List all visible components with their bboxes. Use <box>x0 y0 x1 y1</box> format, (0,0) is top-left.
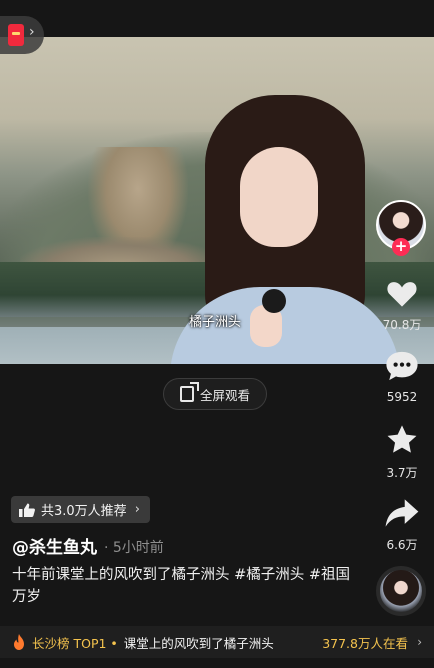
video-person-face <box>240 147 318 247</box>
post-time: · 5小时前 <box>104 540 164 556</box>
comment-count: 5952 <box>386 390 418 404</box>
author-name[interactable]: @杀生鱼丸 <box>12 533 97 558</box>
favorite-button[interactable]: 3.7万 <box>372 424 432 481</box>
fullscreen-icon <box>179 382 199 402</box>
heart-icon <box>387 282 417 307</box>
star-icon <box>387 425 417 453</box>
comment-button[interactable]: 5952 <box>372 350 432 404</box>
thumbs-up-icon <box>19 503 35 517</box>
share-button[interactable]: 6.6万 <box>372 498 432 553</box>
music-disc[interactable] <box>376 566 426 616</box>
red-packet-icon <box>8 24 24 46</box>
video-microphone <box>262 289 286 313</box>
chevron-right-icon: › <box>29 24 35 40</box>
like-count: 70.8万 <box>382 318 422 332</box>
recommend-badge[interactable]: 共3.0万人推荐 › <box>11 496 150 523</box>
chevron-right-icon: › <box>417 635 422 649</box>
hot-list-title: 课堂上的风吹到了橘子洲头 <box>123 635 274 651</box>
like-button[interactable]: 70.8万 <box>372 278 432 333</box>
share-arrow-icon <box>385 499 419 527</box>
post-caption[interactable]: 十年前课堂上的风吹到了橘子洲头 #橘子洲头 #祖国万岁 <box>12 564 362 608</box>
hot-list-rank: 长沙榜 TOP1 • <box>32 635 118 651</box>
fullscreen-button[interactable]: 全屏观看 <box>163 378 267 410</box>
share-count: 6.6万 <box>386 538 418 552</box>
hot-list-bar[interactable]: 长沙榜 TOP1 • 课堂上的风吹到了橘子洲头 377.8万人在看 › <box>0 626 434 658</box>
chevron-right-icon: › <box>134 502 140 517</box>
video-subtitle: 橘子洲头 <box>189 315 242 330</box>
follow-plus-icon[interactable]: + <box>392 238 410 256</box>
fire-icon <box>14 634 24 650</box>
comment-icon <box>386 351 418 381</box>
favorite-count: 3.7万 <box>386 466 418 480</box>
recommend-label: 共3.0万人推荐 <box>41 504 127 519</box>
fullscreen-label: 全屏观看 <box>199 387 250 403</box>
watching-count: 377.8万人在看 <box>322 635 408 651</box>
